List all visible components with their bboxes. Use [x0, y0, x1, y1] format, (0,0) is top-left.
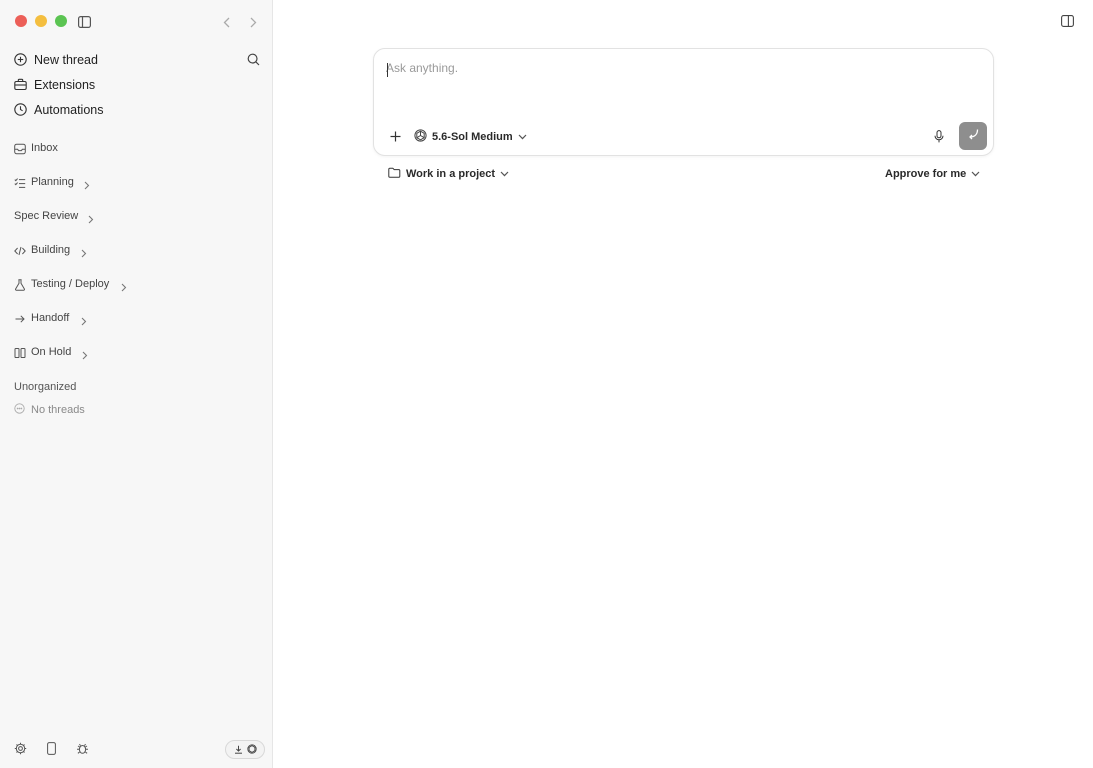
approval-mode-selector[interactable]: Approve for me — [885, 166, 980, 182]
group-planning[interactable]: Planning — [0, 171, 273, 193]
chevron-right-icon — [82, 347, 92, 360]
window-close-button[interactable] — [15, 15, 27, 27]
send-arrow-icon — [967, 127, 979, 145]
inbox-icon — [14, 142, 26, 155]
chevron-down-icon — [971, 168, 980, 180]
no-threads-row: No threads — [14, 402, 85, 418]
sidebar: New thread Extensions Automations Inbox … — [0, 0, 273, 768]
download-icon — [234, 741, 243, 759]
bug-icon[interactable] — [75, 741, 89, 755]
group-on-hold[interactable]: On Hold — [0, 341, 273, 363]
group-handoff-label: Handoff — [31, 312, 70, 324]
phone-icon[interactable] — [45, 741, 57, 755]
automations-label: Automations — [34, 103, 104, 117]
group-spec-review[interactable]: Spec Review — [0, 205, 273, 227]
main-panel: 5.6-Sol Medium Work in a project Approve… — [273, 0, 1093, 768]
work-in-project-label: Work in a project — [406, 168, 496, 180]
group-planning-label: Planning — [31, 176, 74, 188]
chevron-down-icon — [518, 131, 527, 143]
text-cursor — [387, 63, 388, 77]
panel-toggle-icon[interactable] — [1060, 14, 1074, 28]
back-chevron-icon[interactable] — [220, 15, 232, 29]
chevron-right-icon — [81, 245, 91, 258]
search-icon[interactable] — [246, 52, 260, 66]
prompt-input[interactable] — [386, 61, 976, 111]
composer: 5.6-Sol Medium — [373, 48, 994, 156]
plus-circle-icon — [14, 53, 28, 67]
new-thread-label: New thread — [34, 53, 98, 67]
chevron-right-icon — [81, 313, 91, 326]
model-logo-icon — [414, 129, 427, 145]
group-building-label: Building — [31, 244, 71, 256]
chat-bubble-icon — [14, 401, 25, 419]
group-handoff[interactable]: Handoff — [0, 307, 273, 329]
code-icon — [14, 244, 26, 256]
columns-icon — [14, 346, 26, 358]
window-minimize-button[interactable] — [35, 15, 47, 27]
chevron-right-icon — [121, 279, 131, 292]
group-on-hold-label: On Hold — [31, 346, 72, 358]
checklist-icon — [14, 176, 26, 188]
forward-chevron-icon[interactable] — [247, 15, 259, 29]
chevron-down-icon — [500, 168, 509, 180]
no-threads-label: No threads — [31, 404, 85, 416]
extensions-label: Extensions — [34, 78, 96, 92]
toolbox-icon — [14, 78, 28, 92]
arrow-right-icon — [14, 312, 26, 324]
approve-for-me-label: Approve for me — [885, 168, 967, 180]
flask-icon — [14, 278, 26, 291]
group-testing-deploy[interactable]: Testing / Deploy — [0, 273, 273, 295]
add-attachment-icon[interactable] — [388, 129, 402, 143]
chevron-right-icon — [84, 177, 94, 190]
sidebar-toggle-icon[interactable] — [77, 15, 91, 29]
extensions-item[interactable]: Extensions — [0, 73, 273, 97]
group-inbox-label: Inbox — [31, 142, 58, 154]
folder-icon — [388, 167, 401, 181]
model-selector[interactable]: 5.6-Sol Medium — [414, 128, 527, 146]
group-building[interactable]: Building — [0, 239, 273, 261]
unorganized-label: Unorganized — [14, 381, 77, 393]
microphone-icon[interactable] — [932, 129, 946, 143]
work-in-project-selector[interactable]: Work in a project — [388, 166, 509, 182]
clock-icon — [14, 103, 28, 117]
gear-icon[interactable] — [13, 741, 27, 755]
new-thread-item[interactable]: New thread — [0, 48, 273, 72]
send-button[interactable] — [959, 122, 987, 150]
group-spec-review-label: Spec Review — [14, 210, 79, 222]
group-inbox[interactable]: Inbox — [0, 137, 273, 159]
chevron-right-icon — [88, 211, 98, 224]
model-name: 5.6-Sol Medium — [432, 131, 513, 143]
update-pill[interactable] — [225, 740, 265, 759]
automations-item[interactable]: Automations — [0, 98, 273, 122]
model-logo-icon — [246, 741, 257, 759]
group-testing-deploy-label: Testing / Deploy — [31, 278, 110, 290]
window-zoom-button[interactable] — [55, 15, 67, 27]
